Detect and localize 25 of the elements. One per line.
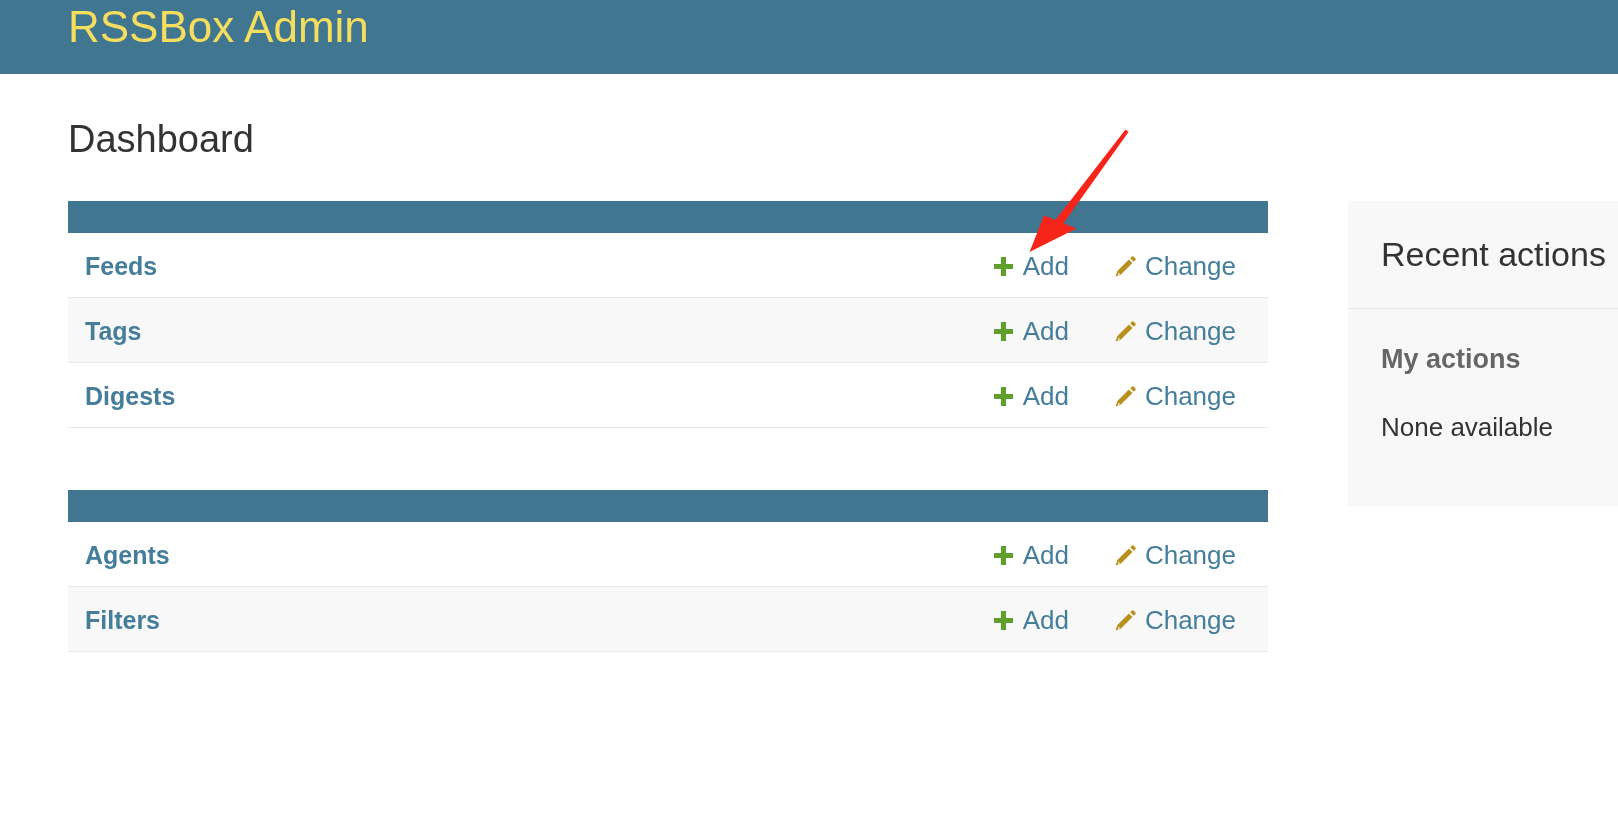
empty-message: None available (1381, 411, 1554, 443)
panel-title: Recent actions (1348, 201, 1618, 309)
pencil-icon (1114, 544, 1136, 566)
model-link[interactable]: Tags (85, 316, 142, 346)
pencil-icon (1114, 255, 1136, 277)
section-title: My actions (1381, 343, 1522, 375)
add-link[interactable]: Add (993, 255, 1069, 277)
model-link[interactable]: Feeds (85, 251, 158, 281)
model-link[interactable]: Agents (85, 540, 170, 570)
plus-icon (993, 610, 1013, 630)
plus-icon (993, 256, 1013, 276)
add-link[interactable]: Add (993, 544, 1069, 566)
page-title: Dashboard (68, 117, 254, 162)
model-link[interactable]: Filters (85, 605, 161, 635)
pencil-icon (1114, 385, 1136, 407)
model-link[interactable]: Digests (85, 381, 176, 411)
add-link[interactable]: Add (993, 609, 1069, 631)
plus-icon (993, 321, 1013, 341)
add-link[interactable]: Add (993, 320, 1069, 342)
plus-icon (993, 386, 1013, 406)
pencil-icon (1114, 320, 1136, 342)
site-title[interactable]: RSSBox Admin (68, 2, 369, 52)
pencil-icon (1114, 609, 1136, 631)
add-link[interactable]: Add (993, 385, 1069, 407)
plus-icon (993, 545, 1013, 565)
